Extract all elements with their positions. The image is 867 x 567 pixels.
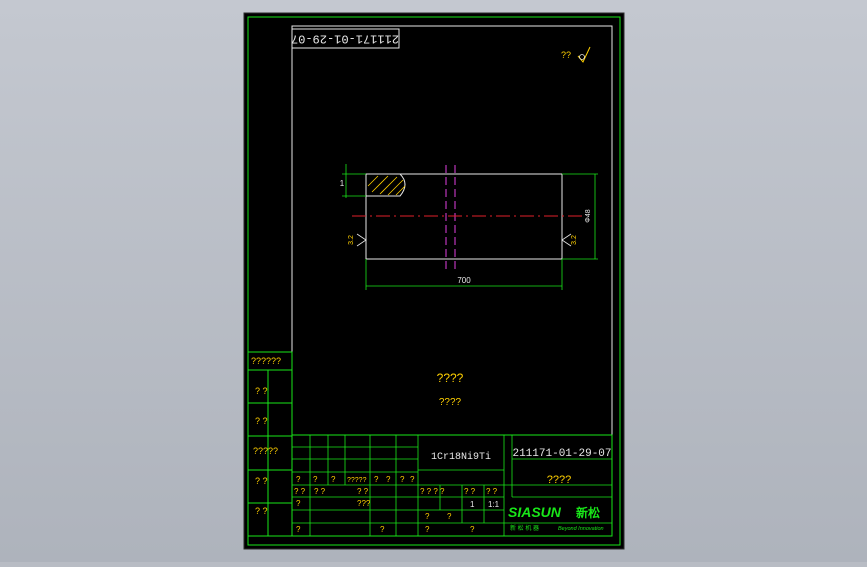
strip-label-0: ??????	[251, 356, 281, 366]
logo-sub-cn: 新 松 机 器	[510, 524, 539, 532]
bottom-cell-3: ?	[470, 525, 475, 534]
surface-mark-text: ??	[561, 50, 571, 60]
tech-note-title: ????	[437, 371, 464, 385]
strip-label-3: ?????	[253, 446, 278, 456]
part-name: ????	[547, 474, 571, 486]
drawing-sheet	[243, 12, 625, 550]
rev-cell-3: ?????	[347, 477, 367, 484]
drawing-canvas: 211171-01-29-07 ?? 1 3.2 3.2 Φ48 700 ???…	[243, 12, 625, 550]
rev-cell-4: ?	[374, 475, 379, 484]
bottom-cell-1: ?	[380, 525, 385, 534]
rev-cell-2: ?	[331, 475, 336, 484]
check-cell-1: ???	[357, 499, 371, 508]
stage-cell-2: ? ?	[486, 487, 498, 496]
sheet-cell-0: ?	[425, 512, 430, 521]
tech-note-body: ????	[439, 397, 462, 408]
roughness-right-label: 3.2	[571, 235, 578, 245]
check-cell-0: ?	[296, 499, 301, 508]
bottom-cell-0: ?	[296, 525, 301, 534]
logo-sub-en: Beyond Innovation	[558, 526, 604, 532]
rev-cell-5: ?	[386, 475, 391, 484]
sign-cell-2: ? ?	[357, 487, 369, 496]
chamfer-label: 1	[340, 179, 345, 188]
rev-cell-1: ?	[313, 475, 318, 484]
bottom-cell-2: ?	[425, 525, 430, 534]
stage-cell-1: ? ?	[464, 487, 476, 496]
drawing-number: 211171-01-29-07	[512, 448, 611, 460]
sheet-cell-2: 1	[470, 500, 475, 509]
strip-label-4: ? ?	[255, 476, 268, 486]
rev-cell-6: ?	[400, 475, 405, 484]
sign-cell-1: ? ?	[314, 487, 326, 496]
logo-wordmark: SIASUN	[508, 504, 562, 520]
sheet-cell-3: 1:1	[488, 500, 500, 509]
stage-cell-0: ? ? ? ?	[420, 487, 445, 496]
rev-cell-7: ?	[410, 475, 415, 484]
rotated-drawing-number: 211171-01-29-07	[291, 31, 399, 45]
strip-label-1: ? ?	[255, 386, 268, 396]
rotated-number-box: 211171-01-29-07	[291, 28, 400, 49]
diameter-label: Φ48	[585, 209, 592, 222]
logo-chinese: 新松	[576, 505, 600, 520]
roughness-left-label: 3.2	[348, 235, 355, 245]
length-label: 700	[457, 276, 471, 285]
strip-label-2: ? ?	[255, 416, 268, 426]
strip-label-5: ? ?	[255, 506, 268, 516]
cad-viewport: 211171-01-29-07 ?? 1 3.2 3.2 Φ48 700 ???…	[0, 0, 867, 562]
sheet-cell-1: ?	[447, 512, 452, 521]
rev-cell-0: ?	[296, 475, 301, 484]
material-text: 1Cr18Ni9Ti	[431, 451, 491, 463]
sign-cell-0: ? ?	[294, 487, 306, 496]
